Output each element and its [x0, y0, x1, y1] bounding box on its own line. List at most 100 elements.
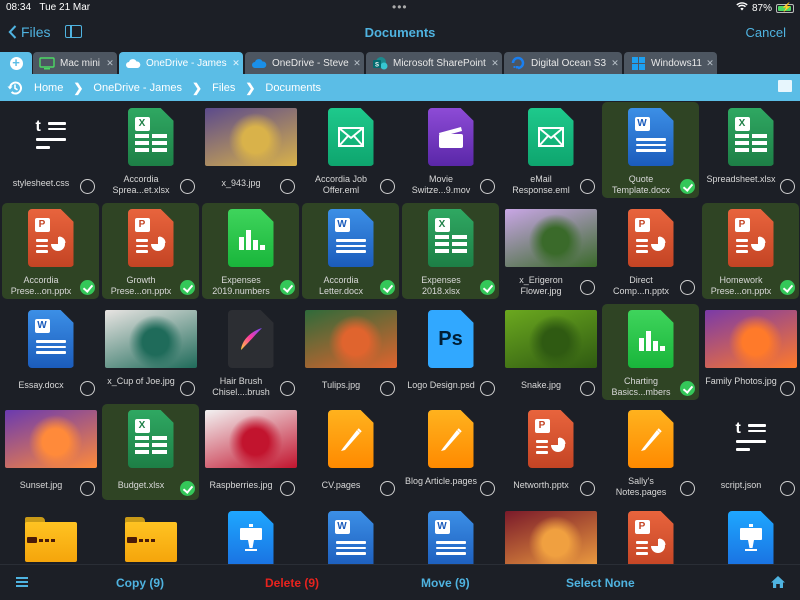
file-item[interactable]: X Budget.xlsx: [102, 404, 199, 500]
tab-microsoft-sharepoint[interactable]: S Microsoft SharePoint ✕: [366, 52, 502, 74]
empty-circle-icon[interactable]: [680, 481, 695, 496]
tab-windows11[interactable]: Windows11 ✕: [624, 52, 717, 74]
checkmark-circle-icon[interactable]: [280, 280, 295, 295]
home-icon[interactable]: [770, 575, 786, 592]
delete-button[interactable]: Delete (9): [265, 576, 319, 590]
cancel-button[interactable]: Cancel: [746, 25, 786, 40]
checkmark-circle-icon[interactable]: [80, 280, 95, 295]
breadcrumb-home[interactable]: Home: [34, 82, 63, 94]
empty-circle-icon[interactable]: [280, 179, 295, 194]
file-item[interactable]: P Homework Prese...on.pptx: [702, 203, 799, 299]
file-item[interactable]: P Growth Prese...on.pptx: [102, 203, 199, 299]
file-item[interactable]: P: [602, 505, 699, 564]
empty-circle-icon[interactable]: [380, 381, 395, 396]
back-button[interactable]: Files: [8, 24, 51, 40]
close-tab-icon[interactable]: ✕: [703, 58, 717, 69]
file-item[interactable]: W Quote Template.docx: [602, 102, 699, 198]
file-item[interactable]: Blog Article.pages: [402, 404, 499, 500]
breadcrumb-files[interactable]: Files: [212, 82, 235, 94]
file-item[interactable]: Family Photos.jpg: [702, 304, 799, 400]
empty-circle-icon[interactable]: [580, 280, 595, 295]
empty-circle-icon[interactable]: [80, 179, 95, 194]
empty-circle-icon[interactable]: [280, 381, 295, 396]
checkmark-circle-icon[interactable]: [380, 280, 395, 295]
file-item[interactable]: Expenses 2019.numbers: [202, 203, 299, 299]
move-button[interactable]: Move (9): [421, 576, 470, 590]
file-item[interactable]: Accordia Job Offer.eml: [302, 102, 399, 198]
empty-circle-icon[interactable]: [480, 179, 495, 194]
file-item[interactable]: X Expenses 2018.xlsx: [402, 203, 499, 299]
file-item[interactable]: [702, 505, 799, 564]
checkmark-circle-icon[interactable]: [680, 179, 695, 194]
file-item[interactable]: [502, 505, 599, 564]
empty-circle-icon[interactable]: [180, 179, 195, 194]
copy-button[interactable]: Copy (9): [116, 576, 164, 590]
file-item[interactable]: Sally's Notes.pages: [602, 404, 699, 500]
empty-circle-icon[interactable]: [480, 481, 495, 496]
file-item[interactable]: [102, 505, 199, 564]
empty-circle-icon[interactable]: [680, 280, 695, 295]
file-item[interactable]: Hair Brush Chisel....brush: [202, 304, 299, 400]
checkmark-circle-icon[interactable]: [480, 280, 495, 295]
history-icon[interactable]: [6, 79, 24, 97]
checkmark-circle-icon[interactable]: [180, 481, 195, 496]
tab-mac-mini[interactable]: Mac mini ✕: [33, 52, 117, 74]
file-item[interactable]: P Networth.pptx: [502, 404, 599, 500]
tab-onedrive-james[interactable]: OneDrive - James ✕: [119, 52, 243, 74]
sidebar-toggle-icon[interactable]: [65, 25, 82, 38]
file-item[interactable]: P Direct Comp...n.pptx: [602, 203, 699, 299]
file-item[interactable]: t stylesheet.css: [2, 102, 99, 198]
empty-circle-icon[interactable]: [580, 481, 595, 496]
empty-circle-icon[interactable]: [580, 179, 595, 194]
file-item[interactable]: x_943.jpg: [202, 102, 299, 198]
file-item[interactable]: Snake.jpg: [502, 304, 599, 400]
close-tab-icon[interactable]: ✕: [608, 58, 622, 69]
checkmark-circle-icon[interactable]: [180, 280, 195, 295]
empty-circle-icon[interactable]: [380, 481, 395, 496]
close-tab-icon[interactable]: ✕: [229, 58, 243, 69]
empty-circle-icon[interactable]: [380, 179, 395, 194]
empty-circle-icon[interactable]: [780, 179, 795, 194]
file-item[interactable]: X Spreadsheet.xlsx: [702, 102, 799, 198]
file-item[interactable]: Movie Switze...9.mov: [402, 102, 499, 198]
file-item[interactable]: W: [302, 505, 399, 564]
file-item[interactable]: x_Cup of Joe.jpg: [102, 304, 199, 400]
file-item[interactable]: W Essay.docx: [2, 304, 99, 400]
breadcrumb-documents[interactable]: Documents: [265, 82, 321, 94]
empty-circle-icon[interactable]: [80, 481, 95, 496]
tab-onedrive-steve[interactable]: OneDrive - Steve ✕: [245, 52, 364, 74]
close-tab-icon[interactable]: ✕: [488, 58, 502, 69]
empty-circle-icon[interactable]: [180, 381, 195, 396]
breadcrumb-onedrive-james[interactable]: OneDrive - James: [93, 82, 182, 94]
close-tab-icon[interactable]: ✕: [103, 58, 117, 69]
file-item[interactable]: Tulips.jpg: [302, 304, 399, 400]
file-item[interactable]: Raspberries.jpg: [202, 404, 299, 500]
empty-circle-icon[interactable]: [480, 381, 495, 396]
close-tab-icon[interactable]: ✕: [350, 58, 364, 69]
network-server-icon[interactable]: [778, 80, 792, 92]
file-item[interactable]: X Accordia Sprea...et.xlsx: [102, 102, 199, 198]
file-item[interactable]: [202, 505, 299, 564]
empty-circle-icon[interactable]: [580, 381, 595, 396]
empty-circle-icon[interactable]: [780, 381, 795, 396]
file-item[interactable]: CV.pages: [302, 404, 399, 500]
file-item[interactable]: Ps Logo Design.psd: [402, 304, 499, 400]
file-item[interactable]: t script.json: [702, 404, 799, 500]
file-item[interactable]: [2, 505, 99, 564]
empty-circle-icon[interactable]: [80, 381, 95, 396]
checkmark-circle-icon[interactable]: [680, 381, 695, 396]
file-item[interactable]: Charting Basics...mbers: [602, 304, 699, 400]
file-item[interactable]: W Accordia Letter.docx: [302, 203, 399, 299]
select-none-button[interactable]: Select None: [566, 576, 635, 590]
add-tab-button[interactable]: +: [0, 52, 32, 74]
file-item[interactable]: eMail Response.eml: [502, 102, 599, 198]
checkmark-circle-icon[interactable]: [780, 280, 795, 295]
file-item[interactable]: W: [402, 505, 499, 564]
tab-digital-ocean-s3[interactable]: Digital Ocean S3 ✕: [504, 52, 622, 74]
file-item[interactable]: Sunset.jpg: [2, 404, 99, 500]
file-item[interactable]: P Accordia Prese...on.pptx: [2, 203, 99, 299]
empty-circle-icon[interactable]: [780, 481, 795, 496]
menu-icon[interactable]: [16, 577, 28, 587]
empty-circle-icon[interactable]: [280, 481, 295, 496]
file-item[interactable]: x_Erigeron Flower.jpg: [502, 203, 599, 299]
